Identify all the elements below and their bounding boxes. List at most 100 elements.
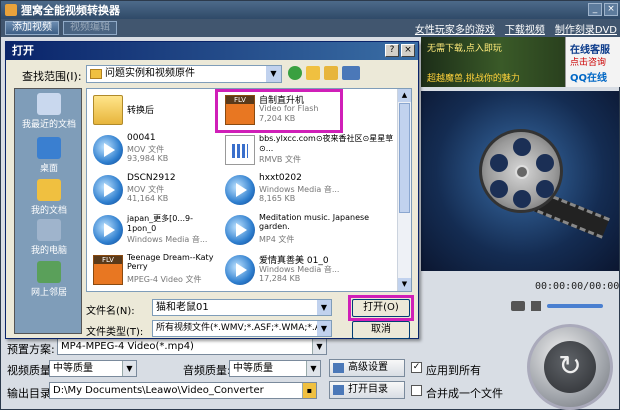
ad-line-2: 超越魔兽,挑战你的魅力 xyxy=(427,74,520,84)
output-label: 输出目录: xyxy=(7,387,55,400)
volume-slider[interactable] xyxy=(547,304,603,308)
main-toolbar: 添加视频 视频编辑 女性玩家多的游戏 下载视频 制作刻录DVD xyxy=(1,19,620,37)
chevron-down-icon: ▼ xyxy=(306,361,320,376)
file-size: 8,165 KB xyxy=(259,194,296,203)
chevron-down-icon: ▼ xyxy=(266,66,281,82)
app-window: 狸窝全能视频转换器 _ × 添加视频 视频编辑 女性玩家多的游戏 下载视频 制作… xyxy=(0,0,620,410)
up-folder-icon[interactable] xyxy=(306,66,320,80)
place-documents[interactable]: 我的文档 xyxy=(15,179,83,216)
filename-input[interactable]: 猫和老鼠01 ▼ xyxy=(152,299,332,316)
link-make-dvd[interactable]: 制作刻录DVD xyxy=(555,21,617,36)
place-computer[interactable]: 我的电脑 xyxy=(15,219,83,256)
chevron-down-icon: ▼ xyxy=(122,361,136,376)
link-games[interactable]: 女性玩家多的游戏 xyxy=(415,21,495,36)
media-player-icon xyxy=(225,175,255,205)
place-computer-label: 我的电脑 xyxy=(30,246,67,256)
media-player-icon xyxy=(225,255,255,285)
scroll-thumb[interactable] xyxy=(399,103,410,213)
ad-line-1: 无需下载,点入即玩 xyxy=(427,44,502,54)
flv-icon xyxy=(93,255,123,285)
snapshot-icon[interactable] xyxy=(511,301,525,311)
merge-label: 合并成一个文件 xyxy=(426,387,503,400)
video-quality-label: 视频质量: xyxy=(7,364,55,377)
place-network[interactable]: 网上邻居 xyxy=(15,261,83,298)
file-type: Windows Media 音... xyxy=(127,235,208,244)
playback-controls xyxy=(421,297,619,315)
apply-all-checkbox[interactable]: ✓ xyxy=(411,362,422,373)
convert-button[interactable]: ↻ xyxy=(527,324,613,410)
edit-video-button[interactable]: 视频编辑 xyxy=(63,21,117,35)
view-menu-icon[interactable] xyxy=(342,66,360,80)
media-player-icon xyxy=(93,175,123,205)
new-folder-icon[interactable] xyxy=(324,66,338,80)
preset-value: MP4-MPEG-4 Video(*.mp4) xyxy=(61,341,194,352)
place-desktop[interactable]: 桌面 xyxy=(15,137,83,174)
support-panel[interactable]: 在线客服 点击咨询 QQ在线 xyxy=(565,37,620,87)
file-type: RMVB 文件 xyxy=(259,155,301,164)
advanced-settings-button[interactable]: 高级设置 xyxy=(329,359,405,377)
cancel-button[interactable]: 取消 xyxy=(352,321,410,339)
support-click[interactable]: 点击咨询 xyxy=(570,55,606,68)
file-type: MP4 文件 xyxy=(259,235,295,244)
link-download-video[interactable]: 下载视频 xyxy=(505,21,545,36)
scroll-down-icon[interactable]: ▼ xyxy=(398,278,411,291)
audio-quality-value: 中等质量 xyxy=(233,363,273,374)
apply-all-label: 应用到所有 xyxy=(426,364,481,377)
dialog-close-button[interactable]: × xyxy=(401,44,415,57)
file-name: Meditation music. Japanese garden. xyxy=(259,213,370,231)
audio-quality-label: 音频质量: xyxy=(183,364,231,377)
audio-quality-select[interactable]: 中等质量 ▼ xyxy=(229,360,321,377)
output-path-field[interactable]: D:\My Documents\Leawo\Video_Converter ▪ xyxy=(49,382,317,399)
open-button-highlight xyxy=(348,295,414,321)
look-in-value: 问题实例和视频原件 xyxy=(105,68,195,79)
volume-icon[interactable] xyxy=(531,301,541,311)
preset-select[interactable]: MP4-MPEG-4 Video(*.mp4) ▼ xyxy=(57,338,327,355)
media-player-icon xyxy=(93,135,123,165)
folder-icon[interactable]: ▪ xyxy=(302,383,316,398)
film-reel-icon xyxy=(479,129,563,213)
video-preview xyxy=(421,91,619,271)
place-desktop-label: 桌面 xyxy=(39,164,58,174)
folder-icon xyxy=(93,95,123,125)
open-file-dialog: 打开 ? × 查找范围(I): 问题实例和视频原件 ▼ 我最近的文档 桌面 我的… xyxy=(5,41,419,339)
help-button[interactable]: ? xyxy=(385,44,399,57)
list-item[interactable]: 爱情真善美 01_0 Windows Media 音... 17,284 KB xyxy=(221,251,377,291)
app-icon xyxy=(5,4,17,16)
place-recent[interactable]: 我最近的文档 xyxy=(15,93,83,130)
look-in-select[interactable]: 问题实例和视频原件 ▼ xyxy=(86,65,282,83)
preset-label: 预置方案: xyxy=(7,343,55,356)
chevron-down-icon: ▼ xyxy=(312,339,326,354)
scroll-up-icon[interactable]: ▲ xyxy=(398,89,411,102)
file-name: japan_更多[0...9-1pon_0 xyxy=(127,214,193,233)
convert-icon: ↻ xyxy=(544,341,596,393)
merge-checkbox[interactable] xyxy=(411,385,422,396)
filetype-value: 所有视频文件(*.WMV;*.ASF;*.WMA;*.AVI; xyxy=(156,323,332,333)
minimize-button[interactable]: _ xyxy=(588,3,602,16)
file-size: 17,284 KB xyxy=(259,274,301,283)
file-type: MPEG-4 Video 文件 xyxy=(127,275,202,284)
file-list: 转换后 自制直升机Video for Flash7,204 KB 00041MO… xyxy=(86,88,412,292)
chevron-down-icon: ▼ xyxy=(317,321,331,336)
file-size: 93,984 KB xyxy=(127,154,169,163)
list-item[interactable]: Meditation music. Japanese garden. MP4 文件 xyxy=(221,211,399,251)
list-item[interactable]: bbs.ylxcc.com⊙夜来香社区⊙星星草⊙... RMVB 文件 xyxy=(221,131,399,171)
file-size: 41,164 KB xyxy=(127,194,169,203)
video-quality-select[interactable]: 中等质量 ▼ xyxy=(49,360,137,377)
rmvb-icon xyxy=(225,135,255,165)
video-quality-value: 中等质量 xyxy=(53,363,93,374)
file-name: bbs.ylxcc.com⊙夜来香社区⊙星星草⊙... xyxy=(259,134,394,153)
filetype-select[interactable]: 所有视频文件(*.WMV;*.ASF;*.WMA;*.AVI; ▼ xyxy=(152,320,332,337)
filetype-label: 文件类型(T): xyxy=(86,327,144,338)
back-icon[interactable] xyxy=(288,66,302,80)
advanced-settings-label: 高级设置 xyxy=(348,362,388,373)
close-button[interactable]: × xyxy=(604,3,618,16)
title-bar: 狸窝全能视频转换器 _ × xyxy=(1,1,620,19)
settings-icon xyxy=(333,363,344,373)
ad-banner[interactable]: 无需下载,点入即玩 超越魔兽,挑战你的魅力 在线客服 点击咨询 QQ在线 xyxy=(421,37,620,87)
add-video-button[interactable]: 添加视频 xyxy=(5,21,59,35)
qq-online[interactable]: QQ在线 xyxy=(570,69,607,84)
file-list-scrollbar[interactable]: ▲ ▼ xyxy=(397,89,411,291)
place-recent-label: 我最近的文档 xyxy=(21,120,76,130)
open-directory-button[interactable]: 打开目录 xyxy=(329,381,405,399)
list-item[interactable]: hxxt0202 Windows Media 音... 8,165 KB xyxy=(221,171,377,211)
